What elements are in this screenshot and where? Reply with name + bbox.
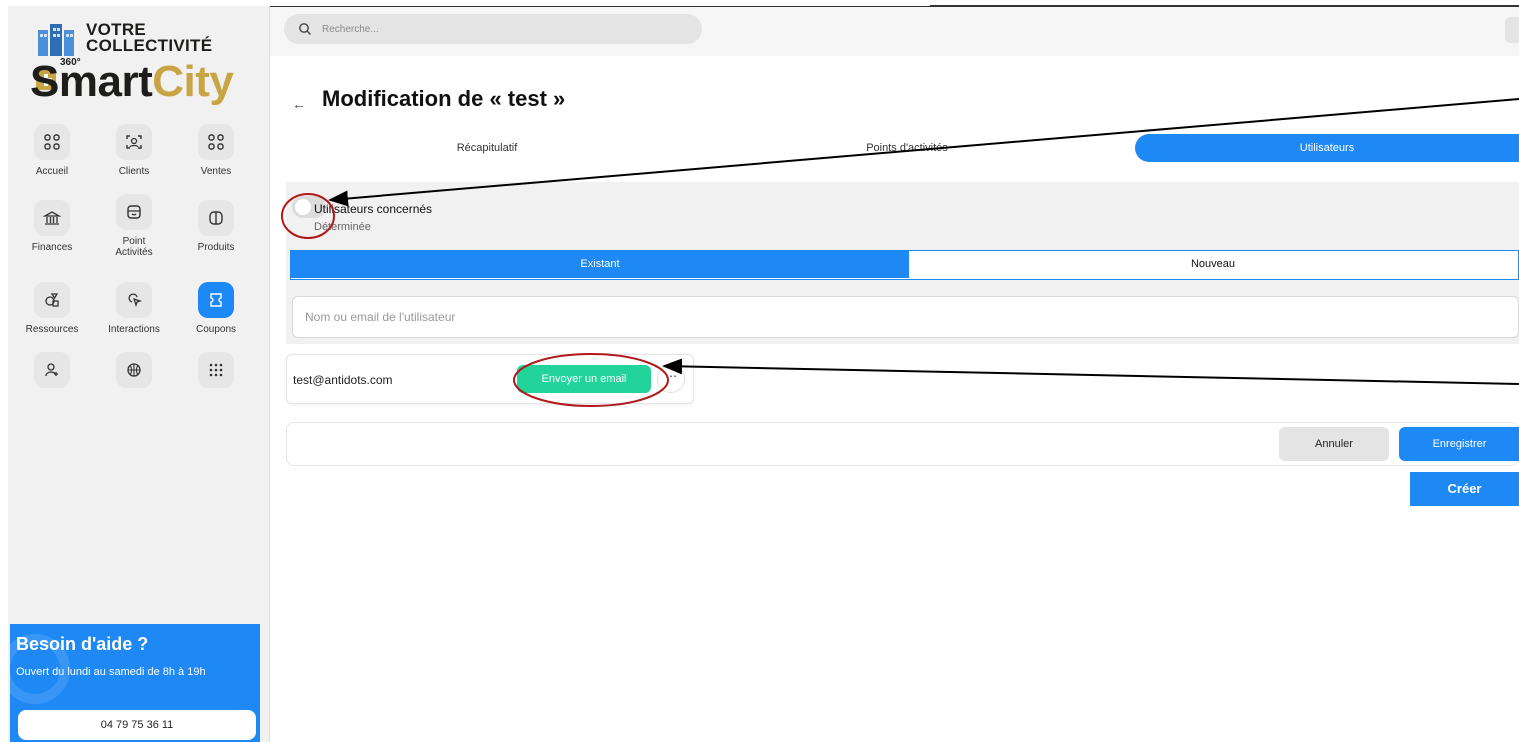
sidebar-item-ressources[interactable]: Ressources bbox=[12, 282, 92, 335]
grid-icon bbox=[34, 124, 70, 160]
segmented-control: Existant Nouveau bbox=[290, 250, 1519, 280]
sidebar-item-users[interactable] bbox=[12, 352, 92, 388]
section-subtitle: Déterminée bbox=[314, 221, 371, 233]
sidebar-item-label: Point Activités bbox=[115, 236, 153, 258]
send-email-button[interactable]: Envoyer un email bbox=[517, 365, 651, 393]
logo[interactable]: VOTRE COLLECTIVITÉ 360° Smart City bbox=[30, 20, 260, 120]
back-button[interactable]: ← bbox=[292, 96, 306, 112]
search-placeholder: Recherche... bbox=[322, 23, 379, 35]
user-email: test@antidots.com bbox=[293, 373, 393, 387]
help-text: Ouvert du lundi au samedi de 8h à 19h bbox=[16, 666, 206, 678]
sidebar-item-interactions[interactable]: Interactions bbox=[94, 282, 174, 335]
basketball-icon bbox=[116, 352, 152, 388]
sidebar-item-accueil[interactable]: Accueil bbox=[12, 124, 92, 177]
cancel-button[interactable]: Annuler bbox=[1279, 427, 1389, 461]
segment-existant[interactable]: Existant bbox=[291, 251, 909, 278]
search-input[interactable]: Recherche... bbox=[284, 14, 702, 44]
building-icon bbox=[36, 22, 76, 58]
bank-icon bbox=[34, 200, 70, 236]
sidebar-item-finances[interactable]: Finances bbox=[12, 200, 92, 253]
tab-recapitulatif[interactable]: Récapitulatif bbox=[282, 134, 692, 162]
sidebar-item-sport[interactable] bbox=[94, 352, 174, 388]
tab-utilisateurs[interactable]: Utilisateurs bbox=[1135, 134, 1519, 162]
actions-bar: Annuler Enregistrer bbox=[286, 422, 1519, 466]
dots-grid-icon bbox=[198, 352, 234, 388]
logo-smart: Smart bbox=[30, 57, 153, 106]
sidebar-item-clients[interactable]: Clients bbox=[94, 124, 174, 177]
sidebar-item-more[interactable] bbox=[176, 352, 256, 388]
users-section: Utilisateurs concernés Déterminée Exista… bbox=[286, 182, 1519, 344]
help-panel: Besoin d'aide ? Ouvert du lundi au samed… bbox=[10, 624, 260, 742]
save-button[interactable]: Enregistrer bbox=[1399, 427, 1519, 461]
book-icon bbox=[198, 200, 234, 236]
create-button[interactable]: Créer bbox=[1410, 472, 1519, 506]
sidebar-item-label: Ventes bbox=[200, 166, 232, 177]
topbar: Recherche... bbox=[270, 6, 1519, 56]
sidebar-item-label: Ressources bbox=[25, 324, 79, 335]
sidebar-item-point-activites[interactable]: Point Activités bbox=[94, 194, 174, 258]
help-title: Besoin d'aide ? bbox=[16, 634, 149, 654]
sidebar-item-label: Accueil bbox=[35, 166, 69, 177]
topbar-action[interactable] bbox=[1505, 17, 1519, 43]
shapes-icon bbox=[34, 282, 70, 318]
sidebar-item-label: Produits bbox=[197, 242, 235, 253]
tabs: Récapitulatif Points d'activités Utilisa… bbox=[282, 134, 1519, 162]
sidebar: VOTRE COLLECTIVITÉ 360° Smart City Accuei… bbox=[8, 6, 270, 742]
user-card: test@antidots.com Envoyer un email ⋯ bbox=[286, 354, 694, 404]
logo-wordmark: Smart City bbox=[30, 57, 234, 106]
cursor-click-icon bbox=[116, 282, 152, 318]
page-title: Modification de « test » bbox=[322, 86, 566, 111]
sidebar-item-label: Coupons bbox=[195, 324, 237, 335]
segment-nouveau[interactable]: Nouveau bbox=[909, 251, 1517, 278]
annotation-arrow-email bbox=[662, 358, 1519, 385]
tab-points-activites[interactable]: Points d'activités bbox=[702, 134, 1112, 162]
logo-city: City bbox=[152, 57, 234, 106]
face-scan-icon bbox=[116, 124, 152, 160]
grid-icon bbox=[198, 124, 234, 160]
sidebar-item-label: Clients bbox=[118, 166, 150, 177]
more-options-button[interactable]: ⋯ bbox=[657, 365, 685, 393]
search-icon bbox=[299, 23, 311, 35]
section-title: Utilisateurs concernés bbox=[314, 202, 433, 216]
user-add-icon bbox=[34, 352, 70, 388]
help-phone-button[interactable]: 04 79 75 36 11 bbox=[18, 710, 256, 740]
store-icon bbox=[116, 194, 152, 230]
user-search-input[interactable]: Nom ou email de l'utilisateur bbox=[292, 296, 1519, 338]
coupon-icon bbox=[198, 282, 234, 318]
sidebar-item-ventes[interactable]: Ventes bbox=[176, 124, 256, 177]
sidebar-item-produits[interactable]: Produits bbox=[176, 200, 256, 253]
sidebar-item-label: Finances bbox=[31, 242, 73, 253]
logo-line2: COLLECTIVITÉ bbox=[86, 36, 213, 55]
sidebar-item-label: Interactions bbox=[108, 324, 160, 335]
sidebar-item-coupons[interactable]: Coupons bbox=[176, 282, 256, 335]
